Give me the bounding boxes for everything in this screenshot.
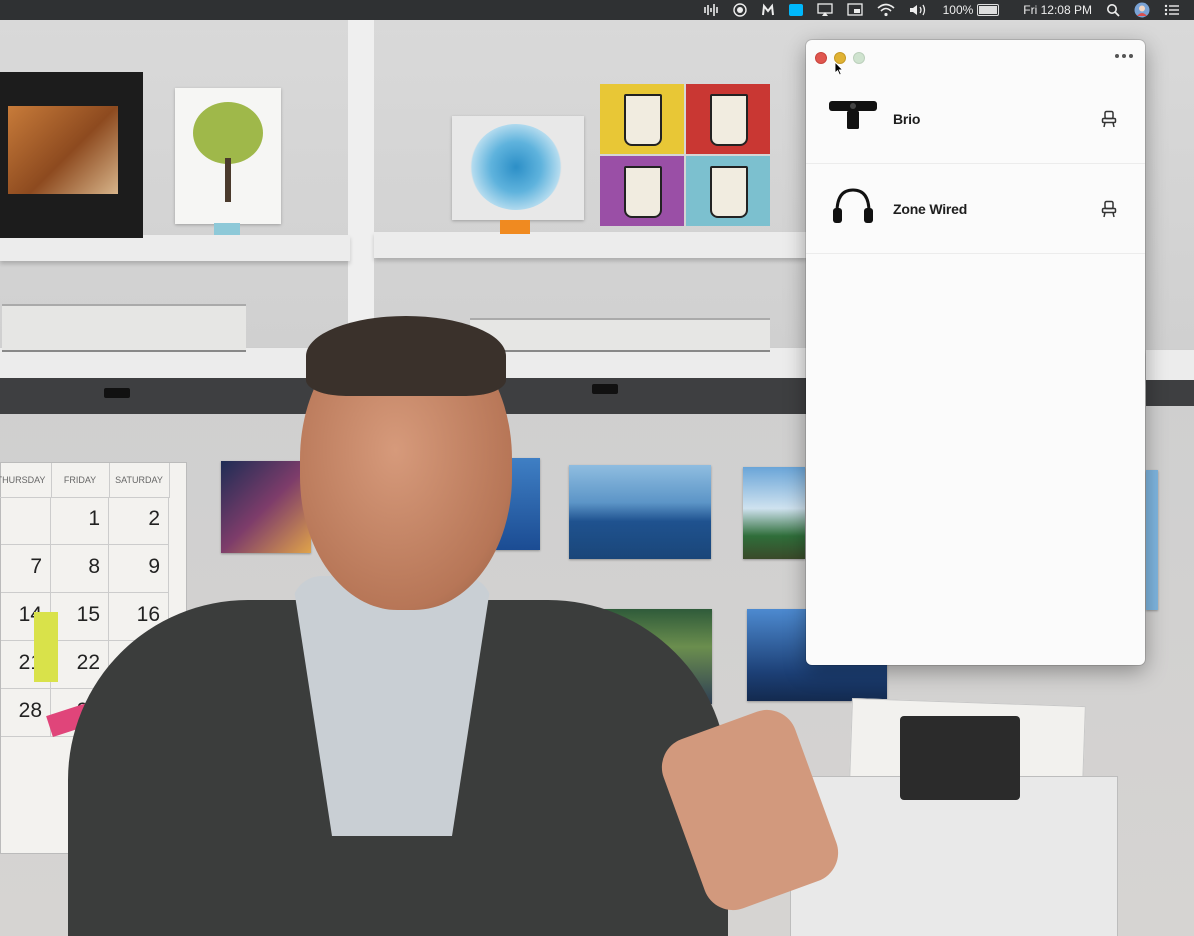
sticky-note [34, 612, 58, 682]
blue-disc-art [452, 116, 584, 220]
user-avatar-icon[interactable] [1134, 2, 1150, 18]
calendar-day-header: FRIDAY [51, 463, 110, 498]
calendar-date: 28 [1, 689, 51, 737]
battery-percent: 100% [942, 3, 974, 17]
logi-tune-window: Brio Zone Wired [806, 40, 1145, 665]
device-row-zone-wired[interactable]: Zone Wired [806, 164, 1145, 254]
calendar-day-header: THURSDAY [0, 463, 52, 498]
macos-menu-bar: 100% Fri 12:08 PM [0, 0, 1194, 20]
person-hair [306, 316, 506, 396]
audio-waves-icon[interactable] [703, 3, 719, 17]
device-name: Brio [893, 111, 921, 127]
more-options-icon[interactable] [1115, 54, 1133, 58]
chair-icon[interactable] [1101, 110, 1117, 128]
upper-shelf-left [0, 235, 350, 261]
battery-icon [977, 4, 1000, 16]
calendar-date: 1 [51, 497, 109, 545]
wall-photo [221, 461, 311, 553]
notebooks-stack [2, 304, 246, 352]
wall-photo [743, 467, 805, 559]
wifi-icon[interactable] [877, 3, 895, 17]
shelf-upright [348, 20, 374, 350]
calendar-date: 7 [1, 545, 51, 593]
card-stand [500, 220, 530, 234]
printer-tray [900, 716, 1020, 800]
clock-text: Fri 12:08 PM [1023, 3, 1092, 17]
under-shelf-light [104, 388, 130, 398]
headset-icon [833, 188, 873, 223]
screen-mirror-icon[interactable] [846, 3, 863, 17]
calendar-date [1, 497, 51, 545]
malwarebytes-icon[interactable] [761, 3, 775, 17]
card-stand [214, 223, 240, 235]
wall-photo [1146, 470, 1158, 610]
menu-clock[interactable]: Fri 12:08 PM [1013, 3, 1092, 17]
right-shelf [1146, 350, 1194, 380]
battery-status[interactable]: 100% [943, 3, 1000, 17]
right-shelf-underside [1146, 380, 1194, 406]
papers-stack [470, 318, 770, 352]
wall-photo-whale [569, 465, 711, 559]
device-row-brio[interactable]: Brio [806, 74, 1145, 164]
tree-art-card [175, 88, 281, 224]
notification-center-icon[interactable] [1164, 3, 1180, 17]
window-maximize-button[interactable] [853, 52, 865, 64]
picture-frame [0, 72, 143, 238]
airplay-icon[interactable] [816, 3, 833, 17]
logi-tune-icon[interactable] [788, 4, 803, 16]
calendar-date: 8 [51, 545, 109, 593]
device-name: Zone Wired [893, 201, 968, 217]
record-icon[interactable] [732, 3, 747, 17]
window-close-button[interactable] [815, 52, 827, 64]
chair-icon[interactable] [1101, 200, 1117, 218]
upper-shelf-right [374, 232, 806, 258]
pop-art-cups [600, 84, 771, 226]
calendar-date: 2 [109, 497, 169, 545]
calendar-day-header: SATURDAY [109, 463, 170, 498]
printer [790, 776, 1118, 936]
calendar-date: 15 [51, 593, 109, 641]
webcam-icon [829, 101, 877, 129]
search-icon[interactable] [1106, 3, 1120, 17]
under-shelf-light [592, 384, 618, 394]
volume-icon[interactable] [909, 3, 929, 17]
calendar-date: 9 [109, 545, 169, 593]
